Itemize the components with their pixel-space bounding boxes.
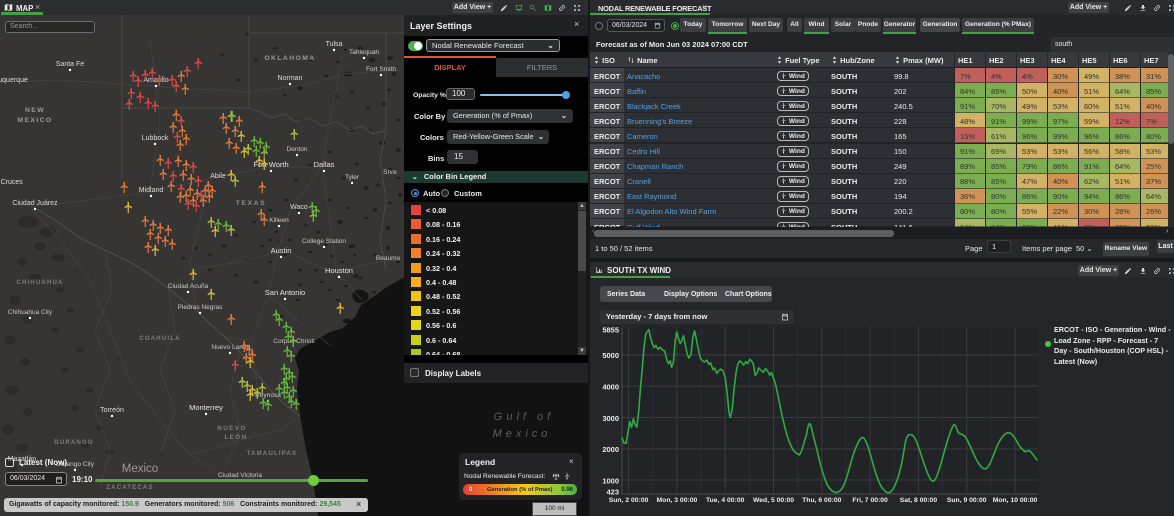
svg-text:Tulsa: Tulsa [326,41,343,48]
svg-text:Mon, 3 00:00: Mon, 3 00:00 [657,497,698,504]
svg-text:Albuquerque: Albuquerque [0,77,28,84]
svg-text:5855: 5855 [602,326,619,335]
svg-text:Tue, 4 00:00: Tue, 4 00:00 [706,497,745,504]
svg-text:Thu, 6 00:00: Thu, 6 00:00 [802,497,842,504]
svg-text:Corpus Christi: Corpus Christi [273,338,314,345]
svg-text:s Cruces: s Cruces [0,179,23,186]
svg-text:Dallas: Dallas [314,160,335,169]
svg-text:Wed, 5 00:00: Wed, 5 00:00 [753,497,794,504]
svg-text:Shre: Shre [383,169,397,176]
svg-text:Mon, 10 00:00: Mon, 10 00:00 [993,497,1038,504]
svg-text:COAHUILA: COAHUILA [139,336,180,342]
svg-text:Midland: Midland [139,187,164,194]
svg-text:Beaumo: Beaumo [376,255,401,262]
svg-text:Norman: Norman [278,75,303,82]
svg-text:Mexico: Mexico [493,428,552,440]
svg-text:CHIHUAHUA: CHIHUAHUA [16,280,63,286]
svg-text:Ciudad Juárez: Ciudad Juárez [12,200,58,207]
svg-text:Austin: Austin [271,246,292,255]
svg-text:Chihuahua City: Chihuahua City [8,309,53,316]
svg-text:Monterrey: Monterrey [189,403,223,412]
svg-text:Sun, 2 00:00: Sun, 2 00:00 [609,497,649,504]
svg-text:OKLAHOMA: OKLAHOMA [264,55,315,62]
svg-text:Houston: Houston [325,266,353,275]
svg-text:Fri, 7 00:00: Fri, 7 00:00 [852,497,888,504]
svg-text:Waco: Waco [290,204,308,211]
svg-text:5000: 5000 [602,351,619,360]
svg-text:Sun, 9 00:00: Sun, 9 00:00 [947,497,987,504]
svg-text:Ciudad Acuña: Ciudad Acuña [168,283,209,290]
svg-text:Piedras Negras: Piedras Negras [178,304,224,311]
svg-text:LEÓN: LEÓN [224,433,247,441]
svg-text:Torreón: Torreón [100,407,124,414]
svg-text:Mexico: Mexico [122,463,158,475]
svg-text:NEW: NEW [25,107,45,114]
svg-text:Tahlequah: Tahlequah [349,49,379,56]
svg-text:Abile: Abile [210,173,226,180]
svg-text:Killeen: Killeen [269,217,289,224]
svg-text:Tyler: Tyler [345,174,360,181]
svg-text:TAMAULIPAS: TAMAULIPAS [247,451,297,457]
svg-text:423: 423 [606,488,619,497]
svg-text:Lubbock: Lubbock [142,135,169,142]
svg-text:San Antonio: San Antonio [265,288,305,297]
svg-text:TEXAS: TEXAS [236,200,267,207]
svg-text:ZACATECAS: ZACATECAS [106,485,153,491]
svg-text:4000: 4000 [602,383,619,392]
svg-text:NUEVO: NUEVO [217,425,247,432]
svg-text:MEXICO: MEXICO [17,117,52,124]
svg-text:2000: 2000 [602,445,619,454]
svg-text:Santa Fe: Santa Fe [56,61,85,68]
svg-text:Fort Smith: Fort Smith [366,66,396,73]
svg-text:Gulf of: Gulf of [494,411,554,423]
svg-text:College Station: College Station [302,238,346,245]
svg-text:1000: 1000 [602,476,619,485]
svg-text:Sat, 8 00:00: Sat, 8 00:00 [900,497,938,504]
svg-text:Ciudad Victoria: Ciudad Victoria [218,472,262,479]
svg-text:DURANGO: DURANGO [54,440,93,446]
svg-text:3000: 3000 [602,414,619,423]
svg-text:Denton: Denton [287,146,308,153]
